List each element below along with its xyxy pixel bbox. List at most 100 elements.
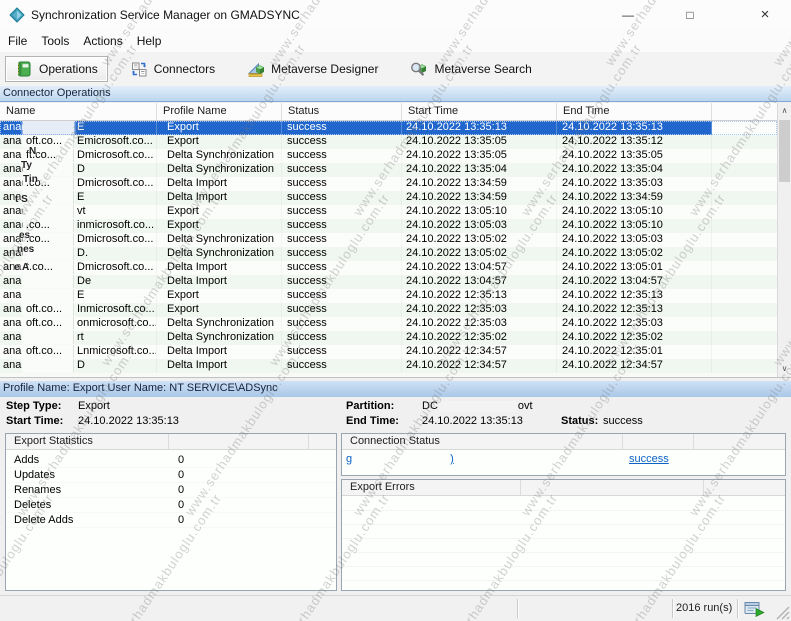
- export-statistics-panel: Export Statistics Adds 0 Updates 0 Renames 0 D…: [5, 433, 337, 591]
- cell-end-time: 24.10.2022 13:35:13: [557, 121, 712, 135]
- export-errors-title: Export Errors: [342, 480, 521, 495]
- column-header-profile-name[interactable]: Profile Name: [157, 103, 282, 120]
- cell-status: success: [282, 275, 402, 289]
- maximize-button[interactable]: □: [667, 0, 713, 30]
- cell-status: success: [282, 331, 402, 345]
- cell-filler: [712, 163, 777, 177]
- menu-help[interactable]: Help: [137, 32, 172, 50]
- table-row[interactable]: ana E Export success 24.10.2022 12:35:13 24.1…: [0, 289, 777, 303]
- run-count: 2016 run(s): [676, 602, 733, 614]
- censor-artifact: e A: [14, 262, 30, 273]
- operations-button[interactable]: Operations: [5, 56, 108, 82]
- status-bar: 2016 run(s): [0, 595, 791, 621]
- cell-status: success: [282, 191, 402, 205]
- statistics-row: Renames 0: [6, 483, 336, 498]
- name-fragment: ana: [3, 331, 22, 343]
- cell-status: success: [282, 303, 402, 317]
- name-fragment: D: [77, 359, 85, 371]
- cell-filler: [712, 359, 777, 373]
- cell-profile-name: Delta Synchronization: [157, 331, 282, 345]
- statistic-label: Delete Adds: [14, 514, 74, 526]
- connectors-icon: [131, 62, 147, 77]
- scroll-up-icon[interactable]: ∧: [778, 103, 791, 119]
- export-errors-header: Export Errors: [342, 480, 785, 496]
- cell-end-time: 24.10.2022 13:35:12: [557, 135, 712, 149]
- cell-profile-name: Delta Import: [157, 345, 282, 359]
- cell-end-time: 24.10.2022 12:35:02: [557, 331, 712, 345]
- table-row[interactable]: ana oft.co... onmicrosoft.co... Delta Synch…: [0, 317, 777, 331]
- name-fragment: D.: [77, 247, 88, 259]
- cell-end-time: 24.10.2022 12:35:03: [557, 317, 712, 331]
- table-row[interactable]: ana t.co... Dmicrosoft.co... Delta Import su…: [0, 261, 777, 275]
- resize-grip[interactable]: [776, 606, 790, 620]
- partition-value: DC ovt: [422, 400, 533, 412]
- cell-filler: [712, 247, 777, 261]
- column-header-name[interactable]: Name: [0, 103, 157, 120]
- cell-start-time: 24.10.2022 13:35:13: [402, 121, 557, 135]
- menu-file[interactable]: File: [8, 32, 37, 50]
- metaverse-designer-button[interactable]: Metaverse Designer: [237, 56, 388, 82]
- cell-start-time: 24.10.2022 13:35:05: [402, 135, 557, 149]
- table-row[interactable]: anad E Delta Import success 24.10.2022 13:34…: [0, 191, 777, 205]
- menu-actions[interactable]: Actions: [83, 32, 132, 50]
- cell-start-time: 24.10.2022 13:34:59: [402, 191, 557, 205]
- cell-profile-name: Export: [157, 121, 282, 135]
- cell-name: ana D: [0, 359, 157, 373]
- cell-profile-name: Export: [157, 205, 282, 219]
- cell-name: ana oft.co... Lnmicrosoft.co...: [0, 345, 157, 359]
- table-row[interactable]: anad vt Export success 24.10.2022 13:05:10 24…: [0, 205, 777, 219]
- table-row[interactable]: ana oft.co... Inmicrosoft.co... Export succe…: [0, 303, 777, 317]
- table-row[interactable]: anadi .co... inmicrosoft.co... Export succes…: [0, 219, 777, 233]
- name-fragment: E: [77, 121, 85, 133]
- statistic-label: Updates: [14, 469, 55, 481]
- vertical-scrollbar[interactable]: ∧ ∨: [777, 103, 791, 377]
- start-time-label: Start Time:: [6, 415, 64, 427]
- column-header-status[interactable]: Status: [282, 103, 402, 120]
- cell-name: ana rt: [0, 331, 157, 345]
- cell-profile-name: Export: [157, 303, 282, 317]
- metaverse-designer-button-label: Metaverse Designer: [271, 62, 379, 76]
- table-row[interactable]: anad E Export success 24.10.2022 13:35:13 24.…: [0, 121, 777, 135]
- minimize-button[interactable]: —: [605, 0, 651, 30]
- name-fragment: inmicrosoft.co...: [77, 219, 155, 231]
- table-row[interactable]: ana ft.co... Dmicrosoft.co... Delta Synchro…: [0, 149, 777, 163]
- cell-name: ana oft.co... Emicrosoft.co...: [0, 135, 157, 149]
- table-row[interactable]: ana oft.co... Emicrosoft.co... Export succes…: [0, 135, 777, 149]
- table-row[interactable]: anad D Delta Synchronization success 24.10.2…: [0, 163, 777, 177]
- connectors-button-label: Connectors: [153, 62, 216, 76]
- menu-tools[interactable]: Tools: [41, 32, 79, 50]
- cell-end-time: 24.10.2022 13:05:02: [557, 247, 712, 261]
- cell-end-time: 24.10.2022 12:35:13: [557, 289, 712, 303]
- table-row[interactable]: ana oft.co... Lnmicrosoft.co... Delta Impor…: [0, 345, 777, 359]
- cell-start-time: 24.10.2022 13:04:57: [402, 261, 557, 275]
- cell-profile-name: Delta Import: [157, 261, 282, 275]
- table-row[interactable]: anad .co... Dmicrosoft.co... Delta Synchron…: [0, 233, 777, 247]
- close-button[interactable]: ×: [742, 0, 788, 30]
- status-value: success: [603, 415, 643, 427]
- table-row[interactable]: ana De Delta Import success 24.10.2022 13:04…: [0, 275, 777, 289]
- connection-link[interactable]: g): [346, 452, 454, 467]
- connection-result-link[interactable]: success: [629, 452, 669, 467]
- cell-filler: [712, 317, 777, 331]
- cell-status: success: [282, 289, 402, 303]
- statistic-label: Deletes: [14, 499, 52, 511]
- table-row[interactable]: anad .co... Dmicrosoft.co... Delta Import su…: [0, 177, 777, 191]
- connectors-button[interactable]: Connectors: [120, 56, 225, 82]
- scrollbar-thumb[interactable]: [779, 120, 790, 182]
- column-header-start-time[interactable]: Start Time: [402, 103, 557, 120]
- statistics-window-icon[interactable]: [744, 601, 765, 617]
- name-fragment: ana: [3, 289, 22, 301]
- cell-filler: [712, 261, 777, 275]
- name-fragment: onmicrosoft.co...: [77, 317, 157, 329]
- table-row[interactable]: ana rt Delta Synchronization success 24.10.2…: [0, 331, 777, 345]
- censor-artifact: Tin: [23, 174, 38, 185]
- cell-name: ana oft.co... Inmicrosoft.co...: [0, 303, 157, 317]
- cell-profile-name: Delta Import: [157, 359, 282, 373]
- column-header-end-time[interactable]: End Time: [557, 103, 712, 120]
- table-row[interactable]: ana D Delta Import success 24.10.2022 12:34:…: [0, 359, 777, 373]
- table-row[interactable]: anad D. Delta Synchronization success 24.10.…: [0, 247, 777, 261]
- cell-profile-name: Delta Import: [157, 275, 282, 289]
- metaverse-search-button[interactable]: Metaverse Search: [400, 56, 541, 82]
- cell-profile-name: Delta Synchronization: [157, 233, 282, 247]
- scroll-down-icon[interactable]: ∨: [778, 361, 791, 377]
